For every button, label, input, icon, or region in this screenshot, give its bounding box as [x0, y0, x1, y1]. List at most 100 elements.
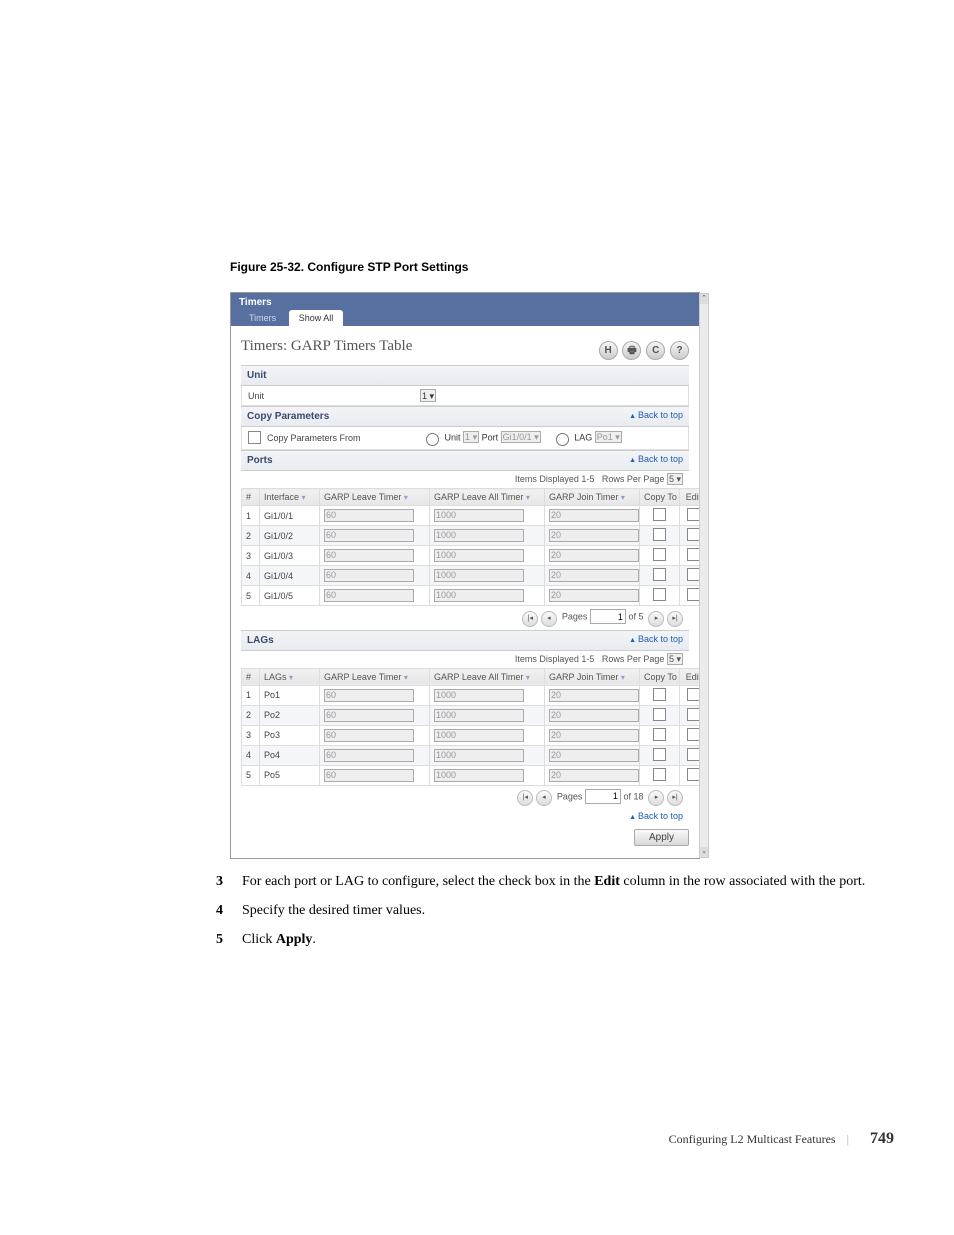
app-screenshot: ⌃ ⌄ Timers Timers Show All Timers: GARP …	[230, 292, 700, 859]
leave-timer-input[interactable]	[324, 529, 414, 542]
leave-timer-input[interactable]	[324, 769, 414, 782]
join-timer-input[interactable]	[549, 729, 639, 742]
cell-interface: Gi1/0/2	[260, 526, 320, 546]
leave-all-timer-input[interactable]	[434, 709, 524, 722]
cell-num: 1	[242, 506, 260, 526]
pager-next-icon[interactable]: ▸	[648, 790, 664, 806]
leave-all-timer-input[interactable]	[434, 569, 524, 582]
join-timer-input[interactable]	[549, 709, 639, 722]
leave-timer-input[interactable]	[324, 749, 414, 762]
leave-timer-input[interactable]	[324, 729, 414, 742]
copy-to-checkbox[interactable]	[653, 768, 666, 781]
save-icon[interactable]: H	[599, 341, 618, 360]
sort-icon: ▾	[526, 493, 530, 502]
col-leave[interactable]: GARP Leave Timer ▾	[320, 668, 430, 685]
tab-timers[interactable]: Timers	[239, 310, 286, 326]
copy-port-select[interactable]: Gi1/0/1 ▾	[501, 431, 541, 443]
back-to-top-link[interactable]: Back to top	[629, 634, 683, 644]
copy-from-lag-radio[interactable]	[556, 433, 569, 446]
copy-to-checkbox[interactable]	[653, 728, 666, 741]
leave-all-timer-input[interactable]	[434, 509, 524, 522]
leave-timer-input[interactable]	[324, 509, 414, 522]
scroll-down-icon[interactable]: ⌄	[700, 847, 708, 857]
col-join[interactable]: GARP Join Timer ▾	[545, 668, 640, 685]
app-title: Timers	[231, 293, 699, 310]
unit-select[interactable]: 1 ▾	[420, 389, 436, 402]
copy-lag-select[interactable]: Po1 ▾	[595, 431, 622, 443]
copy-to-checkbox[interactable]	[653, 508, 666, 521]
back-to-top-link[interactable]: Back to top	[629, 454, 683, 464]
leave-timer-input[interactable]	[324, 689, 414, 702]
copy-from-port-radio[interactable]	[426, 433, 439, 446]
copy-to-checkbox[interactable]	[653, 748, 666, 761]
cell-num: 1	[242, 685, 260, 705]
step-text: For each port or LAG to configure, selec…	[242, 873, 865, 892]
join-timer-input[interactable]	[549, 769, 639, 782]
join-timer-input[interactable]	[549, 549, 639, 562]
join-timer-input[interactable]	[549, 569, 639, 582]
leave-all-timer-input[interactable]	[434, 589, 524, 602]
rows-per-page-select[interactable]: 5 ▾	[667, 653, 683, 665]
pager-last-icon[interactable]: ▸|	[667, 611, 683, 627]
rows-per-page-select[interactable]: 5 ▾	[667, 473, 683, 485]
tab-show-all[interactable]: Show All	[289, 310, 344, 326]
col-num[interactable]: #	[242, 668, 260, 685]
pager-next-icon[interactable]: ▸	[648, 611, 664, 627]
col-copy-to: Copy To	[640, 489, 680, 506]
unit-label: Unit	[248, 391, 420, 401]
join-timer-input[interactable]	[549, 749, 639, 762]
pager-prev-icon[interactable]: ◂	[536, 790, 552, 806]
copy-to-checkbox[interactable]	[653, 548, 666, 561]
leave-all-timer-input[interactable]	[434, 689, 524, 702]
leave-timer-input[interactable]	[324, 569, 414, 582]
copy-to-checkbox[interactable]	[653, 588, 666, 601]
pager-first-icon[interactable]: |◂	[522, 611, 538, 627]
scroll-up-icon[interactable]: ⌃	[700, 294, 708, 304]
back-to-top-link[interactable]: Back to top	[629, 811, 683, 821]
col-join[interactable]: GARP Join Timer ▾	[545, 489, 640, 506]
leave-all-timer-input[interactable]	[434, 769, 524, 782]
leave-all-timer-input[interactable]	[434, 729, 524, 742]
leave-timer-input[interactable]	[324, 589, 414, 602]
pager-input[interactable]	[590, 609, 626, 624]
figure-caption: Figure 25-32. Configure STP Port Setting…	[230, 260, 894, 274]
join-timer-input[interactable]	[549, 689, 639, 702]
copy-to-checkbox[interactable]	[653, 688, 666, 701]
leave-timer-input[interactable]	[324, 709, 414, 722]
leave-all-timer-input[interactable]	[434, 529, 524, 542]
pager-input[interactable]	[585, 789, 621, 804]
copy-unit-select[interactable]: 1 ▾	[463, 431, 479, 443]
pager-of: of 18	[623, 791, 643, 801]
copy-to-checkbox[interactable]	[653, 528, 666, 541]
col-interface[interactable]: Interface ▾	[260, 489, 320, 506]
join-timer-input[interactable]	[549, 509, 639, 522]
help-icon[interactable]: ?	[670, 341, 689, 360]
col-num[interactable]: #	[242, 489, 260, 506]
sort-icon: ▾	[404, 673, 408, 682]
copy-to-checkbox[interactable]	[653, 708, 666, 721]
sort-icon: ▾	[404, 493, 408, 502]
pager-last-icon[interactable]: ▸|	[667, 790, 683, 806]
join-timer-input[interactable]	[549, 589, 639, 602]
scrollbar[interactable]: ⌃ ⌄	[699, 293, 709, 858]
leave-all-timer-input[interactable]	[434, 549, 524, 562]
col-leave[interactable]: GARP Leave Timer ▾	[320, 489, 430, 506]
leave-timer-input[interactable]	[324, 549, 414, 562]
col-lags[interactable]: LAGs ▾	[260, 668, 320, 685]
leave-all-timer-input[interactable]	[434, 749, 524, 762]
refresh-icon[interactable]: C	[646, 341, 665, 360]
pager-first-icon[interactable]: |◂	[517, 790, 533, 806]
divider: |	[847, 1132, 849, 1146]
pager-prev-icon[interactable]: ◂	[541, 611, 557, 627]
step-text: Click Apply.	[242, 931, 316, 950]
copy-params-checkbox[interactable]	[248, 431, 261, 444]
join-timer-input[interactable]	[549, 529, 639, 542]
copy-to-checkbox[interactable]	[653, 568, 666, 581]
col-leave-all[interactable]: GARP Leave All Timer ▾	[430, 489, 545, 506]
back-to-top-link[interactable]: Back to top	[629, 410, 683, 420]
page-footer: Configuring L2 Multicast Features | 749	[230, 1130, 894, 1148]
apply-button[interactable]: Apply	[634, 829, 689, 846]
ports-section-bar: Ports Back to top	[241, 450, 689, 471]
print-icon[interactable]: 🖶	[622, 341, 641, 360]
col-leave-all[interactable]: GARP Leave All Timer ▾	[430, 668, 545, 685]
